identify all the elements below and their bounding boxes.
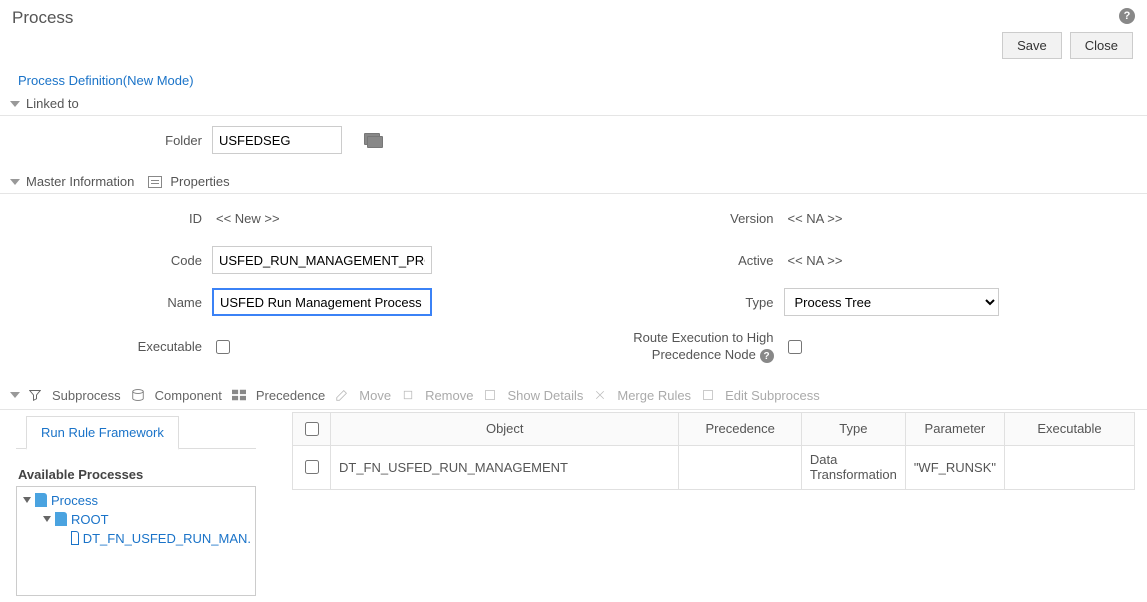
type-select[interactable]: Process Tree [784,288,999,316]
details-icon [483,388,497,402]
folder-label: Folder [12,133,212,148]
file-icon [35,493,47,507]
chevron-down-icon[interactable] [10,392,20,398]
id-value: << New >> [212,211,280,226]
remove-icon [401,388,415,402]
tree-node-root[interactable]: ROOT [21,510,251,529]
cell-parameter: "WF_RUNSK" [905,445,1004,489]
executable-label: Executable [12,339,212,354]
name-label: Name [12,295,212,310]
id-label: ID [12,211,212,226]
active-label: Active [584,253,784,268]
show-details-tool: Show Details [503,386,587,405]
section-linked-to: Linked to [26,96,79,111]
type-label: Type [584,295,784,310]
col-type: Type [801,412,905,445]
tree-node-process[interactable]: Process [21,491,251,510]
edit-icon [335,388,349,402]
route-checkbox[interactable] [788,340,802,354]
version-label: Version [584,211,784,226]
cylinder-icon [131,388,145,402]
tree-label: ROOT [71,512,109,527]
chevron-down-icon[interactable] [10,179,20,185]
chevron-down-icon[interactable] [10,101,20,107]
folder-input[interactable] [212,126,342,154]
save-button[interactable]: Save [1002,32,1062,59]
tree-label: DT_FN_USFED_RUN_MAN. [83,531,251,546]
tree-expand-icon[interactable] [43,516,51,522]
move-tool: Move [355,386,395,405]
grid-icon [232,388,246,402]
help-icon[interactable]: ? [1119,8,1135,24]
route-label: Route Execution to High Precedence Node [633,330,773,362]
process-definition-link[interactable]: Process Definition(New Mode) [0,69,1147,94]
merge-rules-tool: Merge Rules [613,386,695,405]
cell-executable [1005,445,1135,489]
properties-label[interactable]: Properties [170,174,229,189]
col-object: Object [331,412,679,445]
cell-precedence [679,445,801,489]
table-row[interactable]: DT_FN_USFED_RUN_MANAGEMENT Data Transfor… [293,445,1135,489]
file-icon [71,531,79,545]
merge-icon [593,388,607,402]
row-checkbox[interactable] [305,460,319,474]
filter-icon[interactable] [28,388,42,402]
close-button[interactable]: Close [1070,32,1133,59]
available-processes-heading: Available Processes [18,467,256,482]
file-icon [55,512,67,526]
component-tool[interactable]: Component [151,386,226,405]
cell-object: DT_FN_USFED_RUN_MANAGEMENT [331,445,679,489]
page-title: Process [12,8,73,28]
grid-checkall[interactable] [305,422,319,436]
precedence-tool[interactable]: Precedence [252,386,329,405]
edit-sub-icon [701,388,715,402]
tree-label: Process [51,493,98,508]
edit-subprocess-tool: Edit Subprocess [721,386,824,405]
subprocess-tool[interactable]: Subprocess [48,386,125,405]
tab-run-rule-framework[interactable]: Run Rule Framework [26,416,179,450]
col-precedence: Precedence [679,412,801,445]
col-parameter: Parameter [905,412,1004,445]
object-grid: Object Precedence Type Parameter Executa… [292,412,1135,490]
folder-browse-icon[interactable] [364,133,380,147]
col-executable: Executable [1005,412,1135,445]
tree-node-leaf[interactable]: DT_FN_USFED_RUN_MAN. [21,529,251,548]
code-label: Code [12,253,212,268]
section-master-info: Master Information [26,174,134,189]
tree-expand-icon[interactable] [23,497,31,503]
cell-type: Data Transformation [801,445,905,489]
version-value: << NA >> [784,211,843,226]
process-tree[interactable]: Process ROOT DT_FN_USFED_RUN_MAN. [16,486,256,596]
properties-icon[interactable] [148,176,162,188]
executable-checkbox[interactable] [216,340,230,354]
code-input[interactable] [212,246,432,274]
remove-tool: Remove [421,386,477,405]
active-value: << NA >> [784,253,843,268]
name-input[interactable] [212,288,432,316]
route-help-icon[interactable]: ? [760,349,774,363]
